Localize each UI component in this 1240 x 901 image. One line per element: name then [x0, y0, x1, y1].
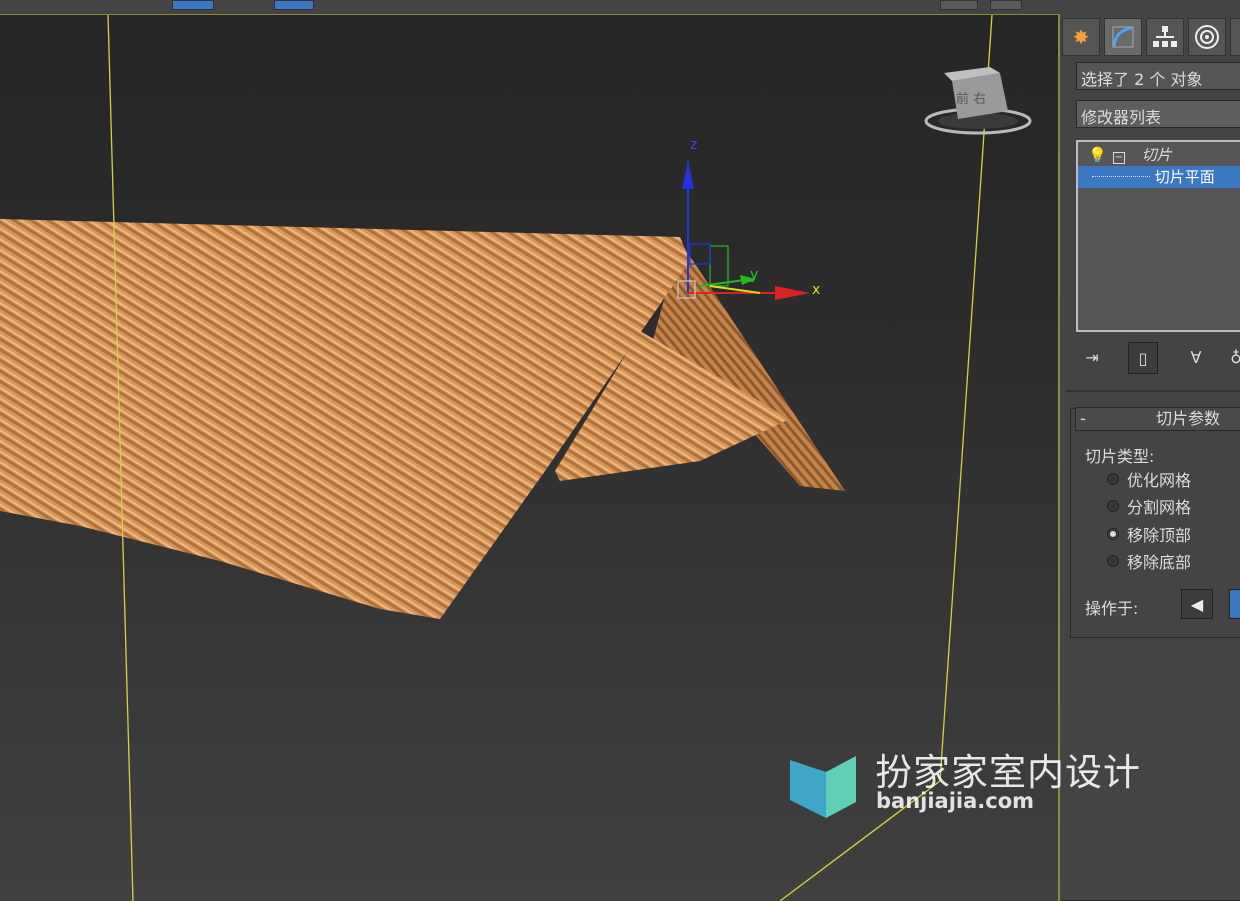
- radio-split-mesh[interactable]: 分割网格: [1107, 494, 1191, 518]
- tab-motion[interactable]: [1188, 18, 1226, 56]
- watermark-title: 扮家家室内设计: [875, 751, 1141, 794]
- tree-connector: [1092, 166, 1150, 177]
- stack-subitem-label: 切片平面: [1154, 168, 1215, 186]
- radio-remove-top[interactable]: 移除顶部: [1107, 522, 1191, 546]
- remove-modifier-icon[interactable]: ♁: [1222, 342, 1240, 372]
- tab-hierarchy[interactable]: [1146, 18, 1184, 56]
- watermark-url: banjiajia.com: [876, 789, 1035, 813]
- slice-type-label: 切片类型:: [1085, 447, 1155, 466]
- operate-on-face-button[interactable]: ◀: [1181, 589, 1213, 619]
- stack-tools: ⇥ ▯ ∀ ♁: [1076, 342, 1240, 374]
- face-icon: ◀: [1190, 594, 1204, 614]
- radio-label: 移除顶部: [1127, 526, 1192, 545]
- radio-button[interactable]: [1107, 500, 1119, 512]
- radio-label: 分割网格: [1127, 498, 1192, 517]
- viewcube[interactable]: 前 右: [924, 67, 1032, 135]
- stack-item-slice-plane[interactable]: 切片平面: [1078, 166, 1240, 188]
- watermark: 扮家家室内设计 banjiajia.com: [780, 740, 1160, 830]
- operate-on-label: 操作于:: [1085, 599, 1139, 618]
- modifier-list-dropdown[interactable]: 修改器列表: [1076, 100, 1240, 128]
- stack-item-slice[interactable]: 💡 − 切片: [1088, 144, 1172, 166]
- selection-name-field[interactable]: 选择了 2 个 对象: [1076, 62, 1240, 90]
- radio-button[interactable]: [1107, 555, 1119, 567]
- toolbar-button[interactable]: [274, 0, 314, 10]
- lightbulb-icon[interactable]: 💡: [1088, 144, 1107, 166]
- radio-label: 移除底部: [1127, 553, 1192, 572]
- tab-create[interactable]: ✸: [1062, 18, 1100, 56]
- radio-optimize-mesh[interactable]: 优化网格: [1107, 467, 1191, 491]
- gizmo-z-label: z: [690, 137, 697, 153]
- roof-front-slope[interactable]: [0, 219, 690, 619]
- slice-parameters-rollout: - 切片参数 切片类型: 优化网格 分割网格 移除顶部 移除底部 操作于: ◀: [1070, 407, 1240, 638]
- radio-button[interactable]: [1107, 473, 1119, 485]
- tab-modify[interactable]: [1104, 18, 1142, 56]
- stack-modifier-label: 切片: [1141, 146, 1172, 164]
- gizmo-x-label: x: [812, 282, 820, 298]
- toolbar-button[interactable]: [940, 0, 978, 10]
- show-end-result-icon[interactable]: ▯: [1128, 342, 1158, 374]
- radio-label: 优化网格: [1127, 471, 1192, 490]
- hierarchy-icon: [1153, 26, 1177, 47]
- collapse-toggle-icon[interactable]: −: [1112, 152, 1125, 164]
- pin-stack-icon[interactable]: ⇥: [1078, 342, 1106, 372]
- modifier-stack: 💡 − 切片 切片平面: [1076, 140, 1240, 332]
- operate-on-poly-button[interactable]: [1229, 589, 1240, 619]
- panel-divider: [1066, 390, 1240, 392]
- radio-button-checked[interactable]: [1107, 528, 1119, 540]
- logo-cube-icon: [790, 746, 856, 818]
- motion-icon: [1195, 25, 1219, 49]
- create-icon: ✸: [1072, 25, 1090, 49]
- toolbar-button[interactable]: [990, 0, 1022, 10]
- toolbar-button-selected[interactable]: [172, 0, 214, 10]
- modify-icon: [1112, 26, 1134, 48]
- rollout-title: 切片参数: [1156, 409, 1221, 428]
- rollout-collapse-toggle[interactable]: -: [1080, 408, 1086, 430]
- command-panel-tabs: ✸ ▭: [1060, 18, 1240, 58]
- main-toolbar: [0, 0, 1240, 15]
- rollout-header[interactable]: - 切片参数: [1075, 407, 1240, 431]
- radio-remove-bottom[interactable]: 移除底部: [1107, 549, 1191, 573]
- viewcube-face-label: 前 右: [956, 91, 986, 107]
- gizmo-y-label: y: [750, 267, 758, 283]
- make-unique-icon[interactable]: ∀: [1182, 342, 1210, 372]
- tab-display[interactable]: ▭: [1230, 18, 1240, 56]
